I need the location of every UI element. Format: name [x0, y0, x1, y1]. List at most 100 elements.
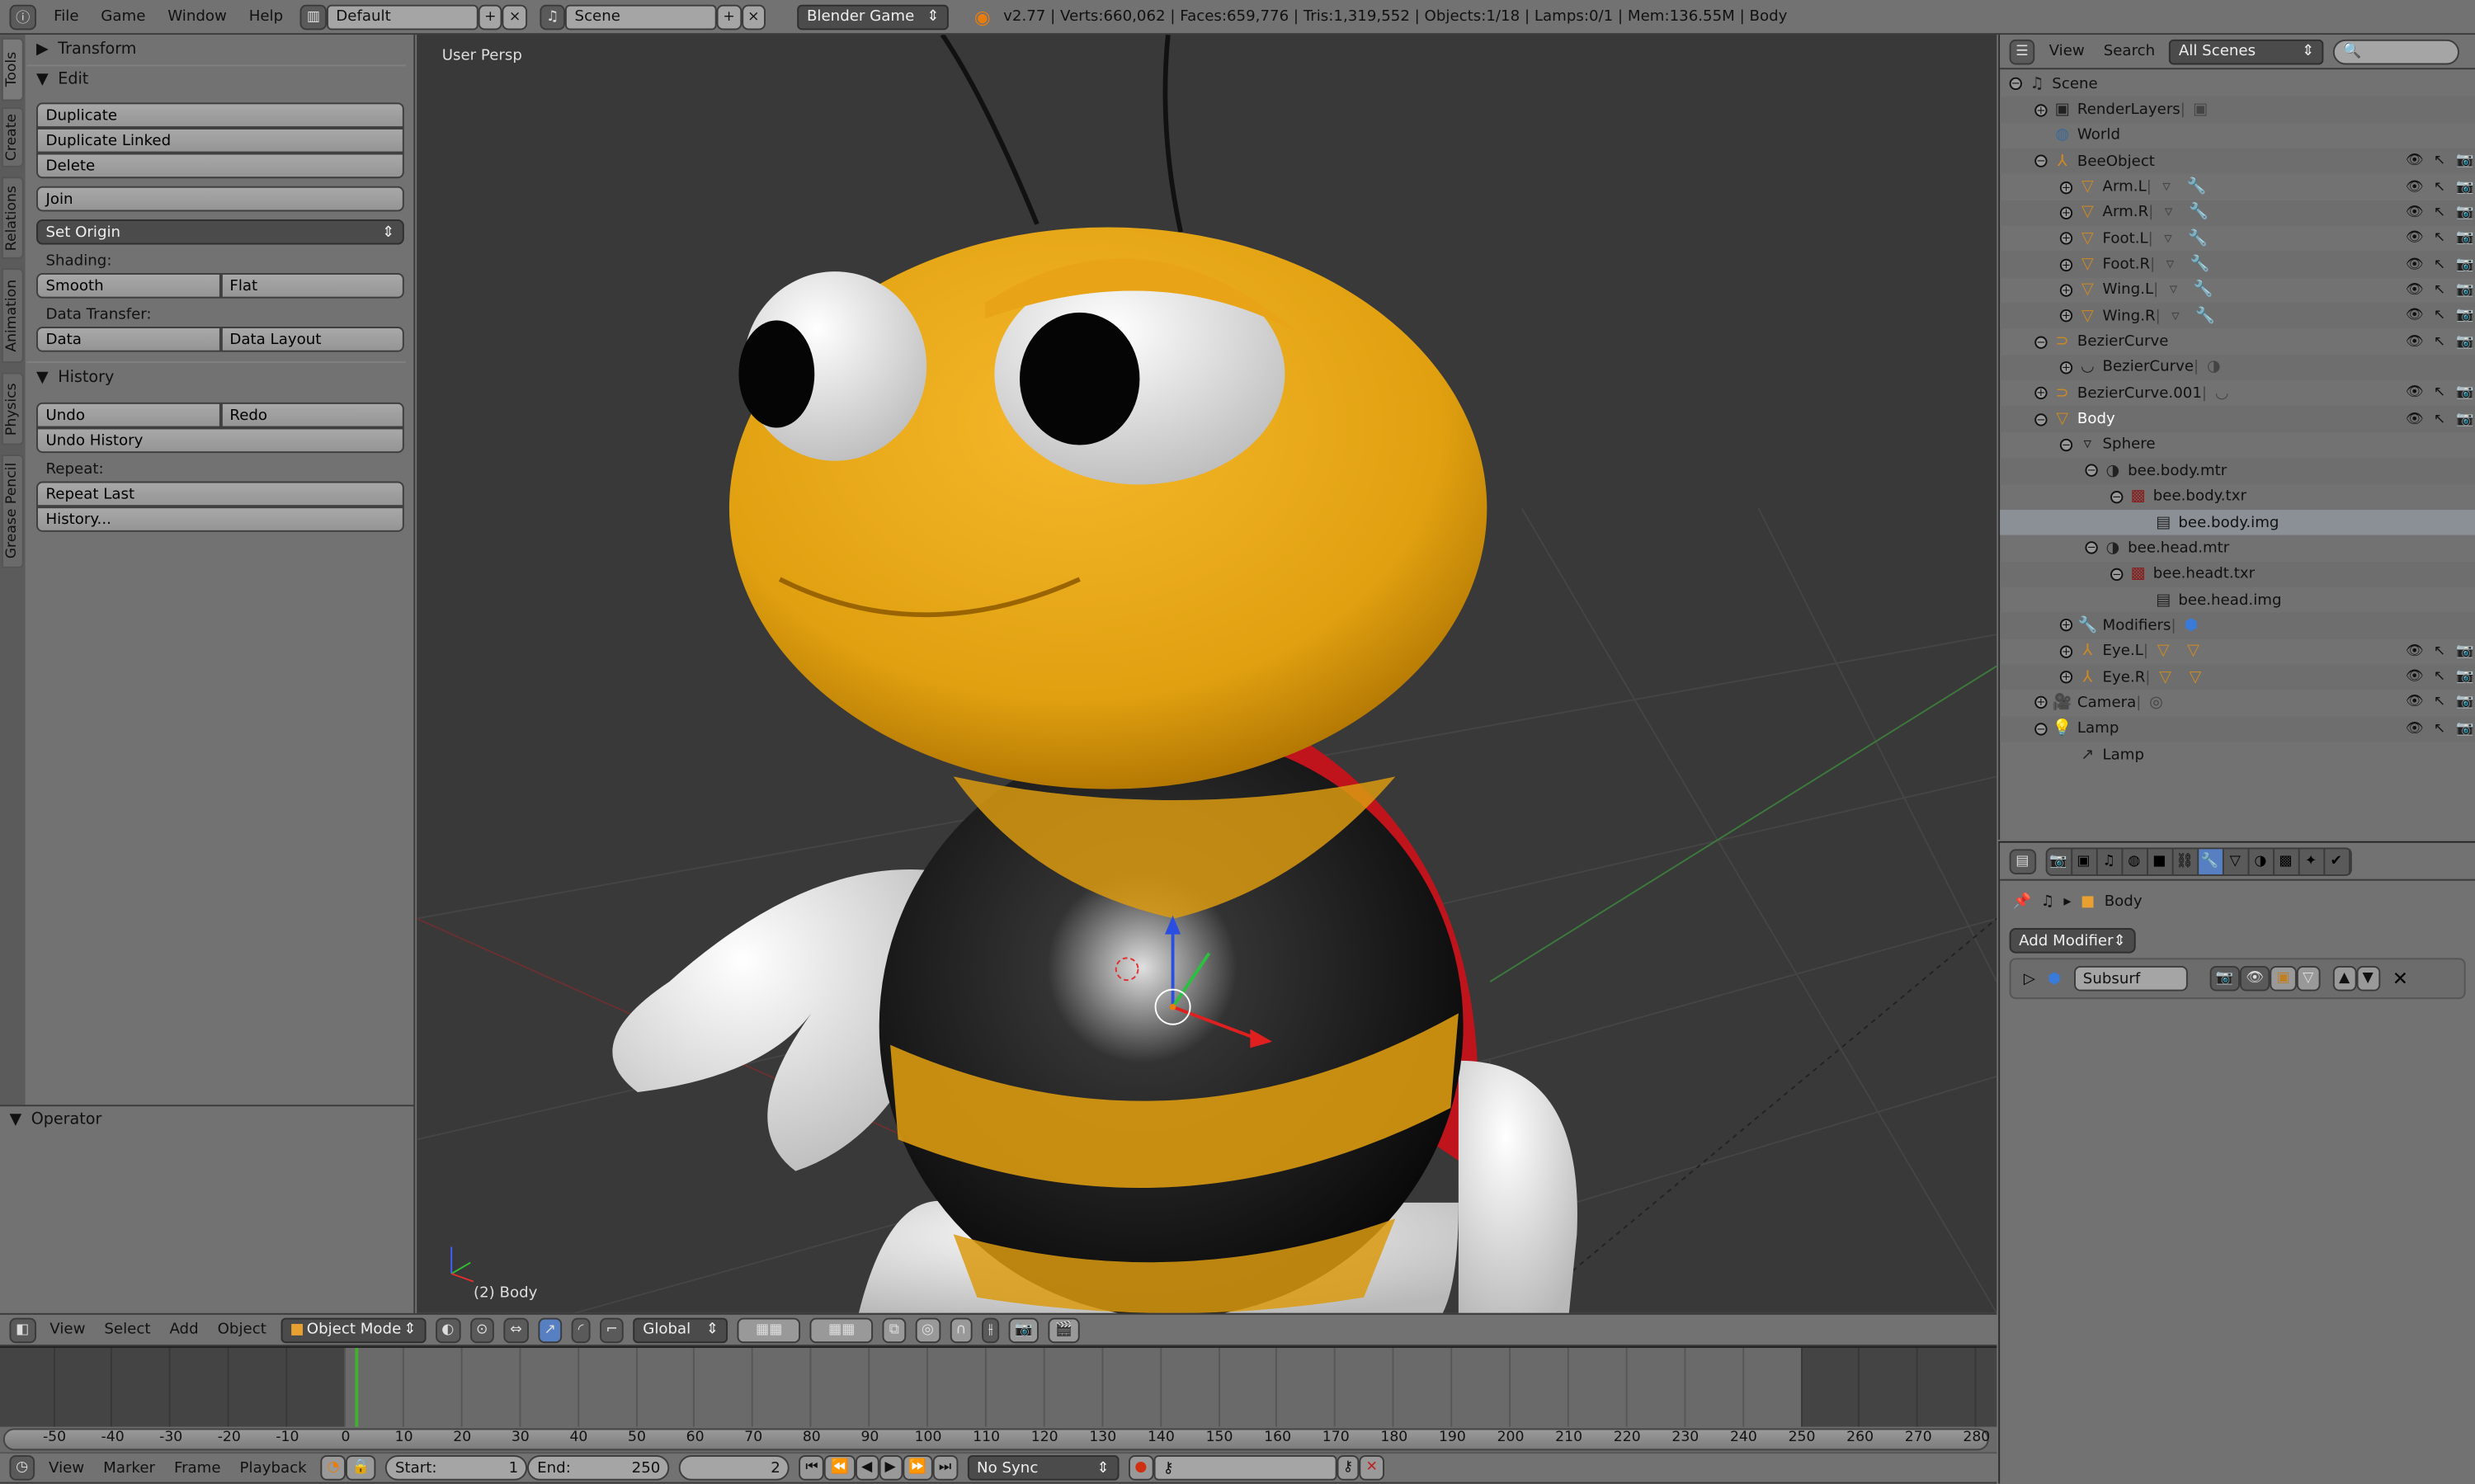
expand-icon[interactable]: + — [2059, 309, 2073, 323]
viewport-toggle-icon[interactable]: 👁 — [2239, 965, 2270, 992]
tab-relations[interactable]: Relations — [1, 177, 24, 259]
expand-icon[interactable]: + — [2059, 206, 2073, 219]
world-icon[interactable]: ◍ — [2122, 848, 2148, 874]
remove-modifier-icon[interactable]: ✕ — [2392, 968, 2408, 990]
play-reverse-icon[interactable]: ◀ — [855, 1455, 879, 1481]
menu-search[interactable]: Search — [2099, 43, 2160, 60]
panel-edit[interactable]: ▼ Edit — [26, 64, 406, 92]
panel-transform[interactable]: ▶ Transform — [27, 35, 406, 63]
info-editor-icon[interactable]: ⓘ — [9, 3, 37, 30]
camera-data-icon[interactable]: ◎ — [2147, 695, 2165, 712]
outliner-row[interactable]: + ▣ RenderLayers | ▣ — [2000, 97, 2475, 123]
layers-icon[interactable]: ▦▦ — [738, 1317, 801, 1343]
orientation-select[interactable]: Global ⇕ — [633, 1317, 728, 1343]
cursor-icon[interactable]: ↖ — [2430, 669, 2448, 685]
render-icon[interactable]: 📷 — [2456, 643, 2473, 659]
outliner-row[interactable]: − ♫ Scene — [2000, 71, 2475, 97]
tab-tools[interactable]: Tools — [1, 37, 24, 101]
collapse-icon[interactable]: − — [2034, 154, 2048, 168]
properties-editor-icon[interactable]: ▤ — [2009, 848, 2036, 874]
lock-icon[interactable]: 🔒 — [346, 1455, 376, 1481]
menu-view[interactable]: View — [2044, 43, 2090, 60]
material-icon[interactable]: ◑ — [2205, 359, 2223, 376]
timeline-ruler[interactable]: -50 -40 -30 -20 -10 0 10 20 30 40 50 60 70 80 90 100 110… — [2, 1428, 1990, 1451]
render-icon[interactable]: 📷 — [2456, 257, 2473, 272]
outliner-row[interactable]: + ▽ Foot.L | ▿ 🔧 👁 ↖ 📷 — [2000, 226, 2475, 252]
cursor-icon[interactable]: ↖ — [2430, 695, 2448, 711]
outliner-row[interactable]: + ◡ BezierCurve | ◑ — [2000, 355, 2475, 381]
modifier-name-input[interactable]: Subsurf — [2073, 965, 2188, 992]
eye-icon[interactable]: 👁 — [2406, 309, 2424, 324]
outliner-row[interactable]: − ⊃ BezierCurve 👁 ↖ 📷 — [2000, 329, 2475, 355]
material-icon[interactable]: ◑ — [2249, 848, 2275, 874]
flat-button[interactable]: Flat — [219, 273, 404, 299]
pivot-icon[interactable]: ⊙ — [469, 1317, 495, 1343]
timeline[interactable]: -50 -40 -30 -20 -10 0 10 20 30 40 50 60 70 80 90 100 110… — [0, 1346, 1997, 1453]
wrench-icon[interactable]: 🔧 — [2190, 256, 2210, 273]
eye-icon[interactable]: 👁 — [2406, 721, 2424, 737]
pin-icon[interactable]: 📌 — [2012, 893, 2031, 910]
cursor-icon[interactable]: ↖ — [2430, 179, 2448, 195]
wrench-icon[interactable]: 🔧 — [2194, 281, 2213, 299]
start-frame-field[interactable]: Start: 1 — [385, 1455, 528, 1481]
expand-icon[interactable]: + — [2059, 284, 2073, 297]
curve-data-icon[interactable]: ◡ — [2213, 384, 2231, 402]
tab-grease-pencil[interactable]: Grease Pencil — [1, 455, 24, 568]
render-icon[interactable]: 📷 — [2456, 669, 2473, 685]
render-icon[interactable]: 📷 — [2456, 282, 2473, 298]
collapse-icon[interactable]: − — [2110, 568, 2124, 581]
layout-select[interactable]: Default — [326, 3, 478, 30]
expand-icon[interactable]: + — [2059, 619, 2073, 633]
data-icon[interactable]: ▽ — [2223, 848, 2249, 874]
eye-icon[interactable]: 👁 — [2406, 385, 2424, 401]
mesh-icon[interactable]: ▽ — [2186, 668, 2204, 685]
add-scene-icon[interactable]: + — [716, 3, 742, 30]
object-icon[interactable]: ■ — [2147, 848, 2173, 874]
menu-add[interactable]: Add — [165, 1321, 204, 1338]
play-icon[interactable]: ▶ — [878, 1455, 903, 1481]
outliner-row[interactable]: + ▽ Wing.R | ▿ 🔧 👁 ↖ 📷 — [2000, 303, 2475, 329]
expand-icon[interactable]: + — [2034, 387, 2048, 400]
expand-arrow-icon[interactable]: ▷ — [2024, 970, 2035, 987]
redo-button[interactable]: Redo — [219, 402, 404, 428]
delete-keyframe-icon[interactable]: ✕ — [1359, 1455, 1384, 1481]
outliner-row[interactable]: − ◑ bee.body.mtr — [2000, 458, 2475, 484]
expand-icon[interactable]: + — [2059, 257, 2073, 271]
eye-icon[interactable]: 👁 — [2406, 205, 2424, 221]
expand-icon[interactable]: + — [2059, 361, 2073, 375]
render-icon[interactable]: 📷 — [2456, 721, 2473, 737]
eye-icon[interactable]: 👁 — [2406, 334, 2424, 350]
wrench-icon[interactable]: 🔧 — [2188, 230, 2208, 247]
render-icon[interactable]: 📷 — [2456, 231, 2473, 247]
outliner-row[interactable]: ▤ bee.body.img — [2000, 509, 2475, 535]
cursor-icon[interactable]: ↖ — [2430, 309, 2448, 324]
add-modifier-select[interactable]: Add Modifier ⇕ — [2009, 928, 2136, 954]
cursor-icon[interactable]: ↖ — [2430, 282, 2448, 298]
wrench-icon[interactable]: 🔧 — [2195, 308, 2215, 325]
outliner-row[interactable]: ◍ World — [2000, 123, 2475, 148]
history-button[interactable]: History... — [36, 506, 404, 532]
eye-icon[interactable]: 👁 — [2406, 153, 2424, 169]
mesh-data-icon[interactable]: ▿ — [2166, 308, 2184, 325]
menu-select[interactable]: Select — [100, 1321, 156, 1338]
render-layers-icon[interactable]: ▣ — [2072, 848, 2097, 874]
tab-physics[interactable]: Physics — [1, 372, 24, 445]
snap-element-icon[interactable]: ⫲ — [982, 1317, 1000, 1343]
preview-range-icon[interactable]: ◔ — [320, 1455, 346, 1481]
translate-manipulator-icon[interactable]: ↗ — [537, 1317, 563, 1343]
smooth-button[interactable]: Smooth — [36, 273, 220, 299]
render-icon[interactable]: 📷 — [2456, 205, 2473, 221]
outliner-row[interactable]: − ◑ bee.head.mtr — [2000, 535, 2475, 561]
outliner-row[interactable]: ▤ bee.head.img — [2000, 587, 2475, 613]
render-icon[interactable]: 📷 — [2456, 153, 2473, 169]
eye-icon[interactable]: 👁 — [2406, 257, 2424, 272]
texture-icon[interactable]: ▩ — [2274, 848, 2299, 874]
mesh-icon[interactable]: ▽ — [2155, 643, 2172, 660]
outliner-row[interactable]: + ⊃ BezierCurve.001 | ◡ 👁 ↖ 📷 — [2000, 380, 2475, 406]
render-animation-icon[interactable]: 🎬 — [1049, 1317, 1079, 1343]
collapse-icon[interactable]: − — [2085, 464, 2098, 478]
scene-icon[interactable]: ♫ — [2097, 848, 2123, 874]
eye-icon[interactable]: 👁 — [2406, 669, 2424, 685]
sync-select[interactable]: No Sync ⇕ — [967, 1455, 1120, 1481]
undo-button[interactable]: Undo — [36, 402, 220, 428]
